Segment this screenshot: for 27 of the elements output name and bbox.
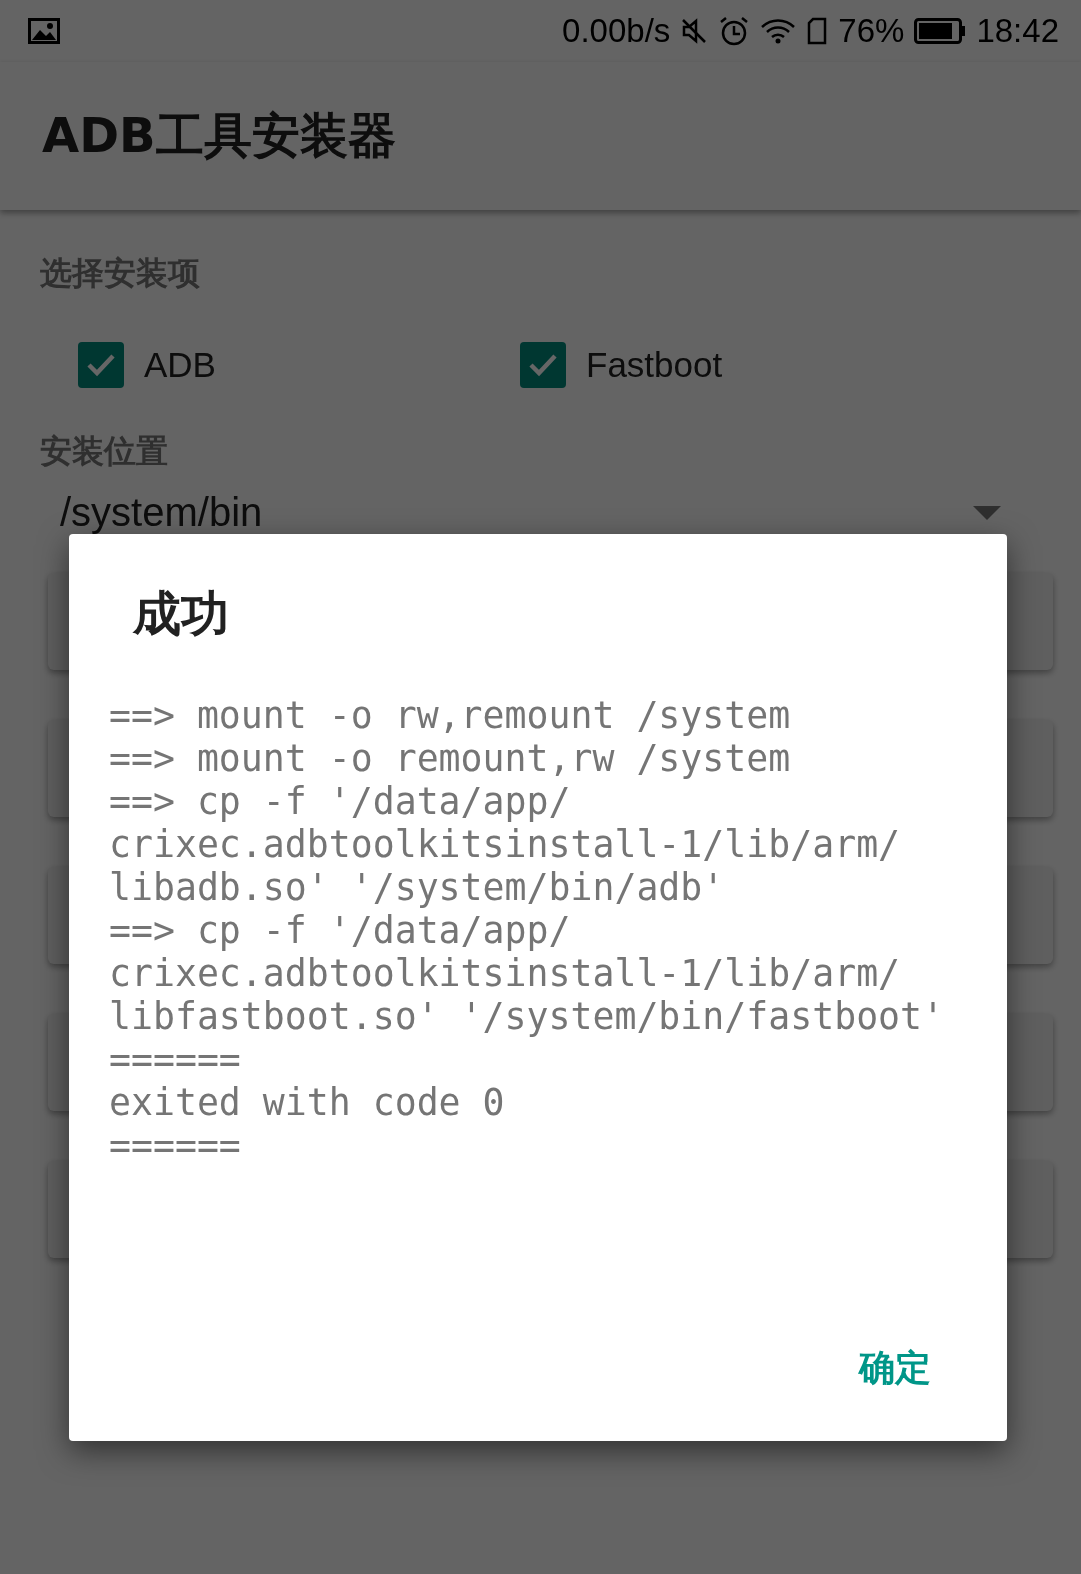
- log-line: ==> cp -f '/data/app/: [109, 780, 571, 823]
- log-line: ==> mount -o rw,remount /system: [109, 694, 791, 737]
- dropdown-arrow-icon[interactable]: [973, 505, 1001, 520]
- ok-button[interactable]: 确定: [839, 1336, 951, 1401]
- battery-percent: 76%: [838, 12, 905, 50]
- checkbox-label[interactable]: Fastboot: [586, 345, 723, 385]
- location-dropdown[interactable]: /system/bin: [60, 490, 263, 535]
- log-line: ======: [109, 1124, 241, 1167]
- log-line: ==> mount -o remount,rw /system: [109, 737, 791, 780]
- log-line: ==> cp -f '/data/app/: [109, 909, 571, 952]
- log-line: crixec.adbtoolkitsinstall-1/lib/arm/: [109, 952, 901, 995]
- checkbox[interactable]: [520, 342, 566, 388]
- battery-icon: [914, 18, 967, 44]
- log-line: ======: [109, 1038, 241, 1081]
- log-line: libadb.so' '/system/bin/adb': [109, 866, 725, 909]
- image-icon: [28, 18, 60, 44]
- dialog-title: 成功: [133, 584, 229, 643]
- sim-card-icon: [806, 17, 829, 45]
- checkbox-label[interactable]: ADB: [144, 345, 216, 385]
- log-line: libfastboot.so' '/system/bin/fastboot': [109, 995, 945, 1038]
- app-title: ADB工具安装器: [42, 106, 396, 165]
- clock-time: 18:42: [976, 12, 1059, 50]
- wifi-icon: [760, 18, 797, 44]
- log-line: crixec.adbtoolkitsinstall-1/lib/arm/: [109, 823, 901, 866]
- checkbox[interactable]: [78, 342, 124, 388]
- network-speed: 0.00b/s: [562, 12, 671, 50]
- log-line: exited with code 0: [109, 1081, 505, 1124]
